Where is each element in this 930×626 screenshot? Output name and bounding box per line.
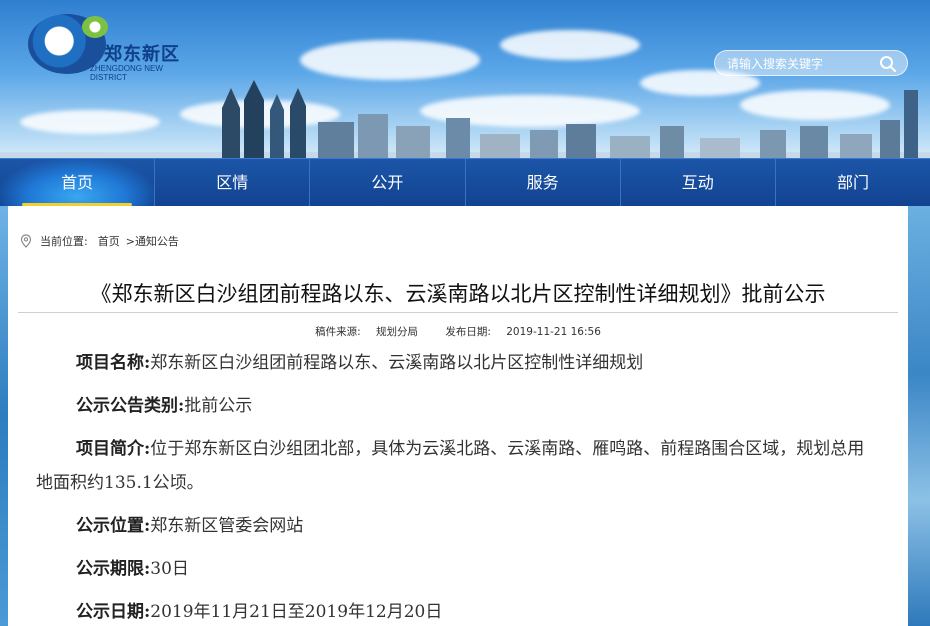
main-nav: 首页 区情 公开 服务 互动 部门 [0,158,930,206]
search-box [714,50,908,76]
field-project-name: 项目名称:郑东新区白沙组团前程路以东、云溪南路以北片区控制性详细规划 [36,346,866,380]
nav-item-departments[interactable]: 部门 [776,159,930,206]
field-label: 项目名称: [76,353,151,373]
search-input[interactable] [727,54,877,74]
breadcrumb: 当前位置: 首页 > 通知公告 [20,233,179,249]
breadcrumb-prefix: 当前位置: [40,235,88,248]
article-title: 《郑东新区白沙组团前程路以东、云溪南路以北片区控制性详细规划》批前公示 [90,282,826,306]
breadcrumb-separator: > [125,234,135,248]
city-skyline [0,80,930,160]
site-logo[interactable]: 郑东新区 ZHENGDONG NEW DISTRICT [28,14,198,84]
field-value: 郑东新区白沙组团前程路以东、云溪南路以北片区控制性详细规划 [150,353,644,373]
breadcrumb-home-link[interactable]: 首页 [98,233,120,249]
logo-subtitle: ZHENGDONG NEW DISTRICT [90,64,163,82]
search-icon[interactable] [879,55,897,73]
date-label: 发布日期: [445,326,491,338]
source-value: 规划分局 [376,326,419,338]
article-body: 项目名称:郑东新区白沙组团前程路以东、云溪南路以北片区控制性详细规划 公示公告类… [36,346,866,626]
cloud [300,40,480,80]
side-decoration-right [908,206,930,626]
article-container: 当前位置: 首页 > 通知公告 《郑东新区白沙组团前程路以东、云溪南路以北片区控… [8,206,908,626]
date-value: 2019-11-21 16:56 [506,326,601,338]
field-label: 公示公告类别: [76,396,185,416]
field-label: 公示期限: [76,559,151,579]
title-divider [18,312,898,313]
logo-dot-icon [82,16,108,38]
logo-text: 郑东新区 [104,44,180,65]
field-label: 公示日期: [76,602,151,622]
nav-item-public[interactable]: 公开 [310,159,466,206]
source-label: 稿件来源: [315,326,361,338]
field-value: 郑东新区管委会网站 [150,516,304,536]
field-value: 30日 [150,559,189,579]
nav-item-district-info[interactable]: 区情 [155,159,311,206]
field-notice-period: 公示期限:30日 [36,552,866,586]
field-notice-location: 公示位置:郑东新区管委会网站 [36,509,866,543]
field-label: 项目简介: [76,439,151,459]
header-banner: 郑东新区 ZHENGDONG NEW DISTRICT [0,0,930,160]
cloud [500,30,640,60]
article-meta: 稿件来源: 规划分局 发布日期: 2019-11-21 16:56 [8,324,908,339]
nav-item-services[interactable]: 服务 [466,159,621,206]
field-value: 位于郑东新区白沙组团北部，具体为云溪北路、云溪南路、雁鸣路、前程路围合区域，规划… [36,439,865,493]
field-notice-type: 公示公告类别:批前公示 [36,389,866,423]
breadcrumb-current-link[interactable]: 通知公告 [135,233,179,249]
field-value: 2019年11月21日至2019年12月20日 [150,602,443,622]
field-notice-dates: 公示日期:2019年11月21日至2019年12月20日 [36,595,866,626]
field-value: 批前公示 [184,396,253,416]
nav-item-interaction[interactable]: 互动 [621,159,776,206]
side-decoration-left [0,206,8,626]
location-icon [20,234,32,248]
nav-item-home[interactable]: 首页 [0,159,156,206]
field-label: 公示位置: [76,516,151,536]
field-project-summary: 项目简介:位于郑东新区白沙组团北部，具体为云溪北路、云溪南路、雁鸣路、前程路围合… [36,432,866,500]
